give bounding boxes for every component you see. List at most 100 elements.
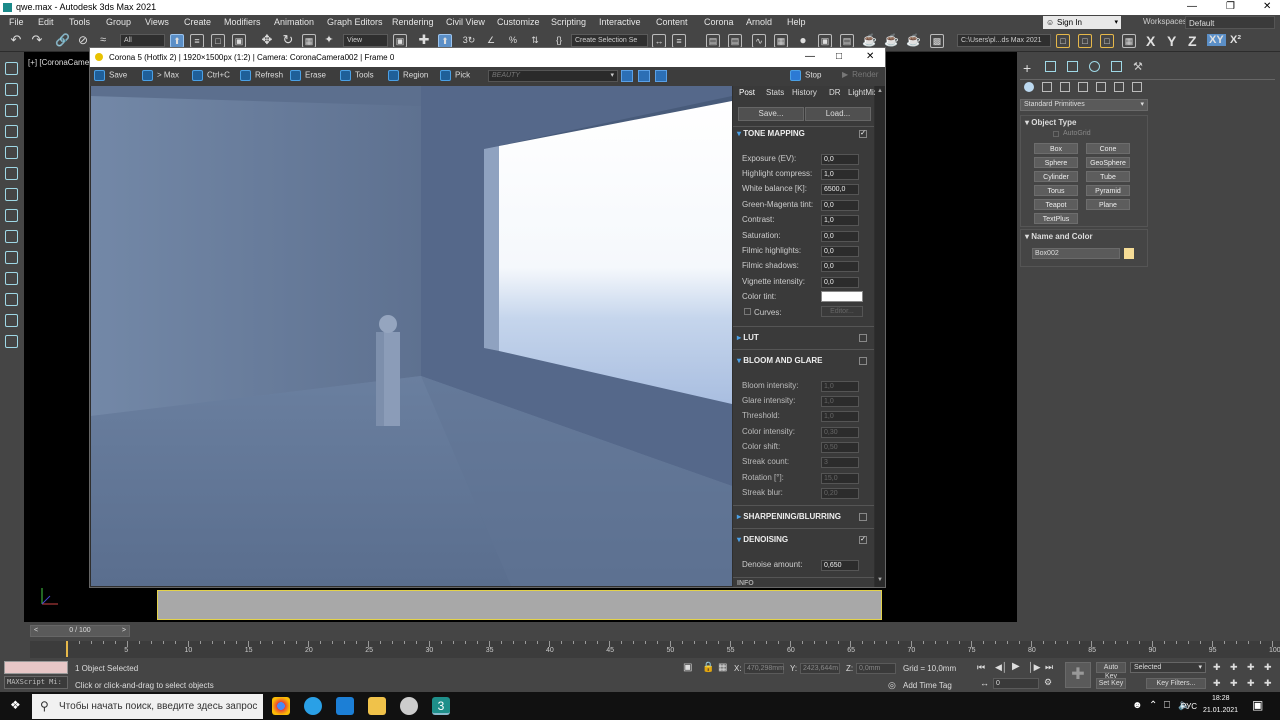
grid-icon[interactable]: ▦ [1122,34,1136,48]
goto-start-icon[interactable]: ⏮ [977,662,985,673]
object-paint-icon[interactable] [5,251,18,264]
hierarchy-icon[interactable] [5,104,18,117]
post-save-button[interactable]: Save... [738,107,804,121]
paint-icon[interactable] [5,209,18,222]
sharpening-header[interactable]: ▸ SHARPENING/BLURRING [737,512,841,521]
tray-chevron-icon[interactable]: ⌃ [1149,700,1157,711]
next-frame-icon[interactable]: │▶ [1028,662,1041,673]
maxscript-listener[interactable] [4,661,68,674]
curve-editor-icon[interactable]: ∿ [752,34,766,48]
name-and-color-rollout[interactable]: ▾ Name and Color [1025,232,1093,241]
rendered-frame-window-icon[interactable]: ▤ [840,34,854,48]
bloom-glare-checkbox[interactable] [859,357,867,365]
z-coordinate-input[interactable]: 0,0mm [856,663,896,674]
rendered-image[interactable] [91,86,732,586]
object-name-input[interactable]: Box002 [1032,248,1120,259]
info-header[interactable]: INFO [737,580,754,587]
menu-arnold[interactable]: Arnold [746,17,772,27]
scale-icon[interactable]: ▦ [302,34,316,48]
hierarchy-tab-icon[interactable] [1067,61,1078,72]
time-slider[interactable]: < 0 / 100 > [30,625,130,637]
object-type-rollout[interactable]: ▾ Object Type [1025,118,1076,127]
autogrid-checkbox[interactable]: AutoGrid [1063,130,1091,137]
plane-button[interactable]: Plane [1086,199,1130,210]
view-cube-icon[interactable] [5,335,18,348]
max-toggle-icon[interactable]: ✚ [1264,662,1272,673]
pivot-center-icon[interactable]: ▣ [393,34,407,48]
sphere-button[interactable]: Sphere [1034,157,1078,168]
pick-button[interactable]: Pick [440,70,470,81]
absolute-mode-icon[interactable]: ▦ [718,662,727,673]
menu-corona[interactable]: Corona [704,17,734,27]
edit-named-selection-icon[interactable]: {} [552,34,566,48]
3dsmax-icon[interactable]: 3 [432,697,450,715]
menu-content[interactable]: Content [656,17,688,27]
box-button[interactable]: Box [1034,143,1078,154]
ctrlc-button[interactable]: Ctrl+C [192,70,230,81]
menu-tools[interactable]: Tools [69,17,90,27]
network-icon[interactable]: ⎕ [1164,700,1170,711]
region-button[interactable]: Region [388,70,428,81]
cylinder-button[interactable]: Cylinder [1034,171,1078,182]
zoom-out-icon[interactable] [638,70,650,82]
tone-mapping-header[interactable]: ▾ TONE MAPPING [737,129,805,138]
chrome-icon[interactable] [272,697,290,715]
prev-frame-icon[interactable]: ◀│ [995,662,1008,673]
spinner-snap-icon[interactable]: ⇅ [528,34,542,48]
key-filters-button[interactable]: Key Filters... [1146,678,1206,689]
ref-coord-dropdown[interactable]: View [343,34,388,47]
post-load-button[interactable]: Load... [805,107,871,121]
clock-date[interactable]: 21.01.2021 [1203,707,1238,714]
sharpening-checkbox[interactable] [859,513,867,521]
undo-icon[interactable]: ↶ [9,33,23,48]
sign-in-dropdown[interactable]: Sign In ☺ ▾ [1043,16,1121,29]
tab-stats[interactable]: Stats [766,88,784,97]
utilities-icon[interactable] [5,167,18,180]
project-folder-icon[interactable]: □ [1056,34,1070,48]
display-icon[interactable] [5,146,18,159]
save-folder-icon[interactable]: □ [1100,34,1114,48]
window-crossing-icon[interactable]: ▣ [232,34,246,48]
zoom-in-icon[interactable] [621,70,633,82]
menu-views[interactable]: Views [145,17,169,27]
tube-button[interactable]: Tube [1086,171,1130,182]
edge-icon[interactable] [336,697,354,715]
notifications-icon[interactable]: ▣ [1252,698,1263,712]
people-icon[interactable]: ☻ [1132,700,1143,711]
close-icon[interactable]: ✕ [1263,1,1271,12]
geosphere-button[interactable]: GeoSphere [1086,157,1130,168]
move-icon[interactable]: ✥ [260,33,274,48]
maxscript-mini-listener[interactable]: MAXScript Mi: [4,676,68,689]
menu-civil-view[interactable]: Civil View [446,17,485,27]
bloom-intensity-input[interactable]: 1,0 [821,381,859,392]
create-selection-set-dropdown[interactable]: Create Selection Se [571,34,648,47]
orbit-icon[interactable]: ✚ [1230,678,1238,689]
minimize-icon[interactable]: — [1187,1,1197,12]
to-max-button[interactable]: > Max [142,70,179,81]
green-magenta-input[interactable]: 0,0 [821,200,859,211]
schematic-view-icon[interactable]: ▦ [774,34,788,48]
display-tab-icon[interactable] [1111,61,1122,72]
render-activeshade-icon[interactable]: ☕ [906,34,921,48]
clock-time[interactable]: 18:28 [1212,695,1230,702]
zoom-all-icon[interactable]: ✚ [1230,662,1238,673]
textplus-button[interactable]: TextPlus [1034,213,1078,224]
saturation-input[interactable]: 0,0 [821,231,859,242]
time-config-icon[interactable]: ⚙ [1044,677,1052,688]
mirror-icon[interactable]: ↔ [652,34,666,48]
color-shift-input[interactable]: 0,50 [821,442,859,453]
color-tint-swatch[interactable] [821,291,863,302]
maximize-viewport-icon[interactable]: ✚ [1264,678,1272,689]
brush-icon[interactable] [5,188,18,201]
axis-extra-button[interactable]: X² [1230,34,1241,46]
render-element-dropdown[interactable]: BEAUTY ▾ [488,70,618,82]
align-icon[interactable]: ≡ [672,34,686,48]
motion-tab-icon[interactable] [1089,61,1100,72]
modify-tab-icon[interactable] [1045,61,1056,72]
set-key-icon[interactable]: ✚ [1065,662,1091,688]
select-by-name-icon[interactable]: ≡ [190,34,204,48]
rotate-icon[interactable]: ↻ [281,33,295,48]
play-animation-icon[interactable]: ▶ [1012,661,1020,672]
motion-icon[interactable] [5,125,18,138]
time-ruler[interactable]: 5 10 15 20 25 30 35 40 45 50 55 60 65 70 75 80 85 90 95 100 [30,641,1280,658]
